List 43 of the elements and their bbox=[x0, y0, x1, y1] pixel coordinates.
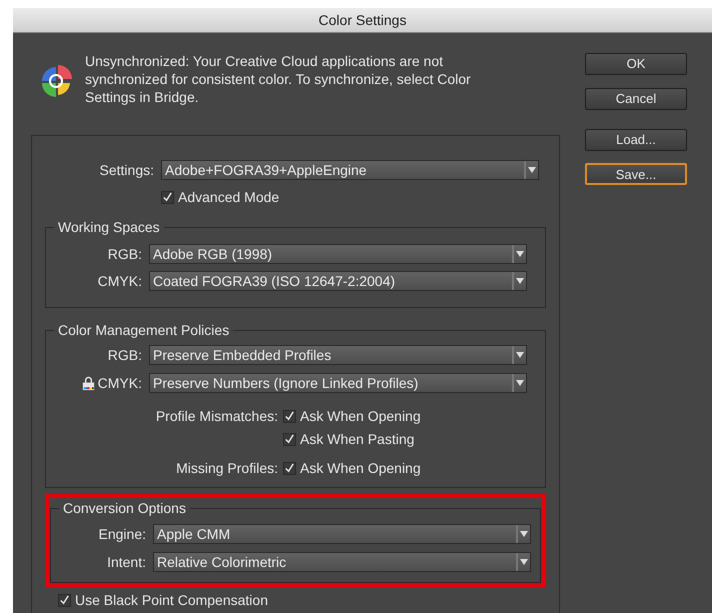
window-title: Color Settings bbox=[13, 8, 712, 33]
field-label: CMYK: bbox=[98, 272, 142, 290]
dropdown[interactable]: Relative Colorimetric bbox=[153, 552, 531, 572]
group-title: Working Spaces bbox=[57, 218, 161, 237]
group-title: Color Management Policies bbox=[57, 321, 230, 340]
checkbox-label: Ask When Opening bbox=[300, 406, 421, 426]
dropdown[interactable]: Apple CMM bbox=[153, 524, 531, 544]
field-label: Settings: bbox=[100, 160, 154, 180]
dropdown-arrow-icon bbox=[524, 161, 538, 179]
dropdown[interactable]: Preserve Numbers (Ignore Linked Profiles) bbox=[149, 373, 527, 393]
checkbox-label: Advanced Mode bbox=[178, 188, 280, 206]
field-label: CMYK: bbox=[98, 374, 142, 392]
dropdown-arrow-icon bbox=[512, 245, 526, 263]
checkbox-label: Use Black Point Compensation bbox=[75, 590, 268, 610]
field-label: Profile Mismatches: bbox=[156, 406, 278, 426]
dropdown[interactable]: Adobe+FOGRA39+AppleEngine bbox=[161, 160, 539, 180]
dropdown[interactable]: Coated FOGRA39 (ISO 12647-2:2004) bbox=[149, 271, 527, 291]
checkbox[interactable] bbox=[283, 410, 296, 422]
field-label: Engine: bbox=[98, 524, 146, 544]
dropdown-arrow-icon bbox=[512, 272, 526, 290]
dropdown-arrow-icon bbox=[516, 553, 530, 571]
dropdown-arrow-icon bbox=[512, 346, 526, 364]
checkbox-label: Ask When Opening bbox=[300, 458, 421, 478]
checkbox[interactable] bbox=[283, 462, 296, 474]
dropdown[interactable]: Adobe RGB (1998) bbox=[149, 244, 527, 264]
checkbox-label: Ask When Pasting bbox=[300, 430, 414, 449]
field-label: Missing Profiles: bbox=[176, 458, 278, 478]
field-label: RGB: bbox=[108, 346, 142, 364]
dialog-button[interactable]: Cancel bbox=[585, 88, 687, 110]
dropdown-arrow-icon bbox=[516, 525, 530, 543]
field-label: RGB: bbox=[108, 244, 142, 264]
dialog-button[interactable]: OK bbox=[585, 53, 687, 75]
dropdown-arrow-icon bbox=[512, 374, 526, 392]
group-title: Conversion Options bbox=[62, 499, 187, 518]
checkbox[interactable] bbox=[283, 432, 296, 446]
dialog-button[interactable]: Save... bbox=[585, 163, 687, 185]
field-label: Intent: bbox=[107, 552, 146, 572]
dropdown[interactable]: Preserve Embedded Profiles bbox=[149, 345, 527, 365]
color-wheel-icon bbox=[39, 64, 73, 98]
checkbox[interactable] bbox=[58, 594, 71, 606]
sync-notice: Unsynchronized: Your Creative Cloud applications are not synchronized for consistent color. To synchronize, select Color Settings in Bridge. bbox=[85, 52, 472, 107]
dialog-button[interactable]: Load... bbox=[585, 129, 687, 151]
checkbox[interactable] bbox=[161, 190, 174, 204]
